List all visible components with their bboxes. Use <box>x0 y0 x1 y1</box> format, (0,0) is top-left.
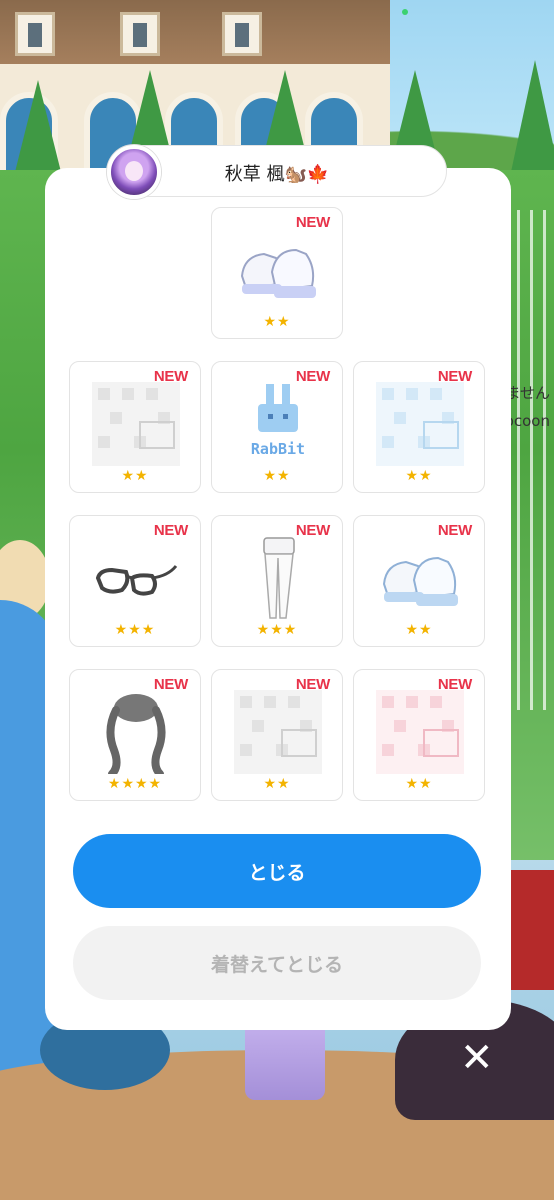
status-dot <box>402 9 408 15</box>
game-shirt-gray-icon <box>234 690 322 774</box>
item-card[interactable]: NEW ★★ <box>211 207 343 339</box>
rarity-stars: ★★ <box>263 314 291 330</box>
mascot-x-icon: ✕ <box>460 1035 494 1081</box>
rarity-stars: ★★ <box>405 468 433 484</box>
item-card[interactable]: NEW ★★ <box>211 669 343 801</box>
rabbit-logo-icon: RabBit <box>251 384 305 458</box>
sneakers-icon <box>382 556 458 606</box>
rarity-stars: ★★ <box>405 776 433 792</box>
rarity-stars: ★★★★ <box>107 776 163 792</box>
player-name: 秋草 楓🐿️🍁 <box>224 164 330 185</box>
background-text: ocoon <box>504 412 550 430</box>
item-card[interactable]: NEW ★★ <box>353 361 485 493</box>
dormer-window <box>15 12 55 56</box>
game-shirt-blue-icon <box>376 382 464 466</box>
dormer-window <box>222 12 262 56</box>
item-card[interactable]: NEW ★★★ <box>211 515 343 647</box>
rarity-stars: ★★ <box>121 468 149 484</box>
rabbit-logo-text: RabBit <box>251 440 305 458</box>
rarity-stars: ★★★ <box>114 622 156 638</box>
rarity-stars: ★★ <box>263 468 291 484</box>
rarity-stars: ★★ <box>405 622 433 638</box>
background-text: ません <box>505 384 550 402</box>
shorts-tights-icon <box>263 537 295 619</box>
item-card[interactable]: NEW ★★ <box>353 515 485 647</box>
dormer-window <box>120 12 160 56</box>
rarity-stars: ★★ <box>263 776 291 792</box>
item-card[interactable]: NEW ★★ <box>353 669 485 801</box>
player-name-header: 秋草 楓🐿️🍁 <box>107 145 447 199</box>
item-card[interactable]: NEW ★★★ <box>69 515 201 647</box>
game-shirt-pink-icon <box>376 690 464 774</box>
item-card[interactable]: NEW ★★★★ <box>69 669 201 801</box>
item-card[interactable]: NEW RabBit ★★ <box>211 361 343 493</box>
close-button[interactable]: とじる <box>73 834 481 908</box>
rarity-stars: ★★★ <box>256 622 298 638</box>
game-shirt-gray-icon <box>92 382 180 466</box>
change-and-close-button[interactable]: 着替えてとじる <box>73 926 481 1000</box>
sneakers-icon <box>240 248 316 298</box>
mansion-roof <box>0 0 390 64</box>
twin-tail-hair-icon <box>106 694 166 774</box>
item-card[interactable]: NEW ★★ <box>69 361 201 493</box>
glasses-icon <box>95 565 178 596</box>
